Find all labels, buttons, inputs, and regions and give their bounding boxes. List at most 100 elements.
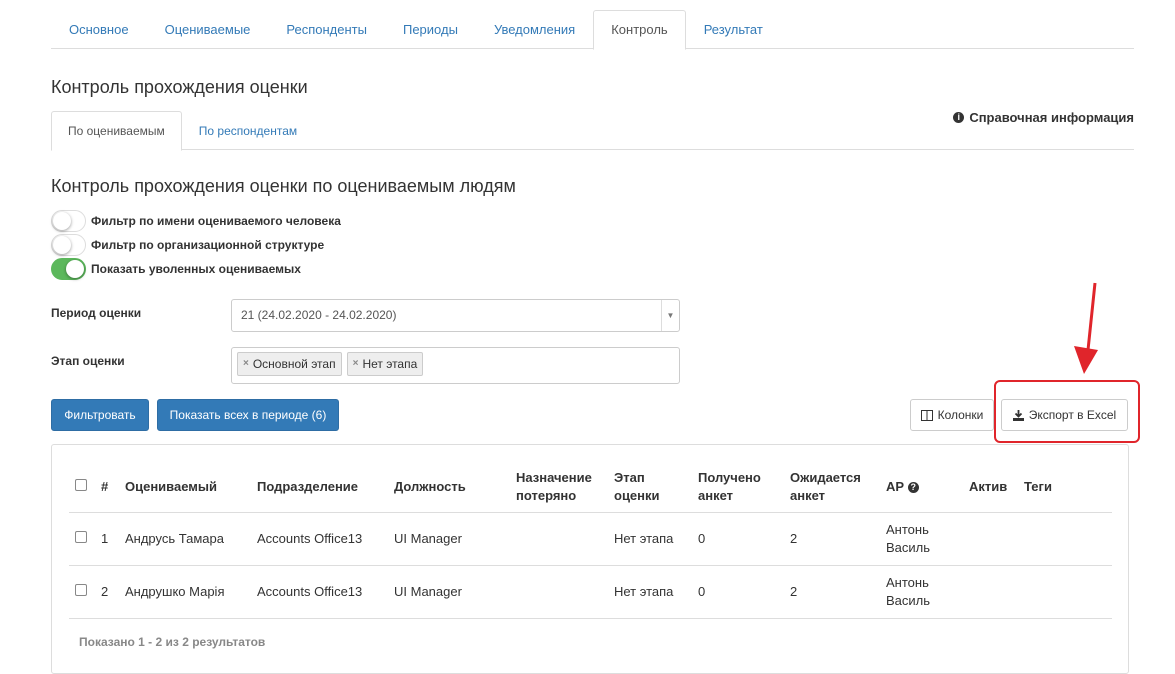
annotation-highlight — [994, 380, 1140, 443]
help-link[interactable]: i Справочная информация — [953, 110, 1134, 125]
col-received[interactable]: Получено анкет — [692, 462, 784, 513]
col-received-line2: анкет — [698, 487, 734, 503]
page-title: Контроль прохождения оценки — [51, 77, 308, 97]
cell-department: Accounts Office13 — [251, 565, 388, 619]
cell-expected: 2 — [784, 565, 880, 619]
cell-num: 1 — [95, 512, 119, 566]
toggle-row-org-filter: Фильтр по организационной структуре — [51, 233, 341, 257]
tab-by-respondents[interactable]: По респондентам — [182, 111, 314, 150]
col-lost-line1: Назначение — [516, 469, 592, 485]
cell-expected: 2 — [784, 512, 880, 566]
cell-num: 2 — [95, 565, 119, 619]
col-stage-line2: оценки — [614, 487, 660, 503]
col-expected-line2: анкет — [790, 487, 826, 503]
toggle-label: Фильтр по имени оцениваемого человека — [91, 214, 341, 228]
help-link-label: Справочная информация — [969, 110, 1134, 125]
info-icon: i — [953, 112, 965, 123]
cell-ap-line1: Антонь — [886, 521, 929, 537]
col-expected[interactable]: Ожидается анкет — [784, 462, 880, 513]
show-all-button-label: Показать всех в периоде (6) — [169, 408, 327, 422]
show-dismissed-toggle[interactable] — [51, 258, 86, 280]
col-stage-line1: Этап — [614, 469, 645, 485]
col-received-line1: Получено — [698, 469, 761, 485]
cell-stage: Нет этапа — [608, 512, 692, 566]
tab-results[interactable]: Результат — [686, 10, 781, 49]
stage-multiselect[interactable]: × Основной этап × Нет этапа — [231, 347, 680, 384]
filter-button[interactable]: Фильтровать — [51, 399, 149, 431]
toggle-row-name-filter: Фильтр по имени оцениваемого человека — [51, 209, 341, 233]
row-select-cell — [69, 565, 95, 619]
col-expected-line1: Ожидается — [790, 469, 861, 485]
remove-tag-icon[interactable]: × — [353, 353, 359, 375]
tab-main[interactable]: Основное — [51, 10, 147, 49]
col-lost[interactable]: Назначение потеряно — [510, 462, 608, 513]
columns-icon — [920, 409, 933, 421]
columns-button[interactable]: Колонки — [910, 399, 994, 431]
row-checkbox[interactable] — [75, 530, 87, 543]
toggle-label: Показать уволенных оцениваемых — [91, 262, 301, 276]
row-checkbox[interactable] — [75, 583, 87, 596]
results-table: # Оцениваемый Подразделение Должность На… — [69, 462, 1112, 619]
col-stage[interactable]: Этап оценки — [608, 462, 692, 513]
toggle-row-dismissed: Показать уволенных оцениваемых — [51, 257, 341, 281]
results-summary: Показано 1 - 2 из 2 результатов — [79, 635, 266, 649]
show-all-button[interactable]: Показать всех в периоде (6) — [157, 399, 339, 431]
col-ap[interactable]: АР ? — [880, 462, 963, 513]
stage-tag-label: Основной этап — [252, 357, 336, 371]
col-num[interactable]: # — [95, 462, 119, 513]
cell-active — [963, 565, 1018, 619]
cell-tags — [1018, 512, 1112, 566]
select-all-checkbox[interactable] — [75, 478, 87, 491]
cell-ap-line1: Антонь — [886, 574, 929, 590]
columns-button-label: Колонки — [937, 408, 984, 422]
table-row[interactable]: 2 Андрушко Марія Accounts Office13 UI Ma… — [69, 565, 1112, 619]
col-ap-label: АР — [886, 478, 905, 494]
org-filter-toggle[interactable] — [51, 234, 86, 256]
cell-tags — [1018, 565, 1112, 619]
cell-lost — [510, 565, 608, 619]
filter-toggles: Фильтр по имени оцениваемого человека Фи… — [51, 209, 341, 281]
tab-respondents[interactable]: Респонденты — [268, 10, 385, 49]
select-all-cell — [69, 462, 95, 513]
col-department[interactable]: Подразделение — [251, 462, 388, 513]
tab-evaluated[interactable]: Оцениваемые — [147, 10, 269, 49]
period-value: 21 (24.02.2020 - 24.02.2020) — [241, 308, 397, 322]
cell-received: 0 — [692, 565, 784, 619]
cell-lost — [510, 512, 608, 566]
cell-ap: Антонь Василь — [880, 512, 963, 566]
stage-tag: × Нет этапа — [346, 352, 424, 376]
name-filter-toggle[interactable] — [51, 210, 86, 232]
cell-ap-line2: Василь — [886, 592, 931, 608]
col-active[interactable]: Актив — [963, 462, 1018, 513]
tab-periods[interactable]: Периоды — [385, 10, 476, 49]
cell-position: UI Manager — [388, 512, 510, 566]
toggle-label: Фильтр по организационной структуре — [91, 238, 325, 252]
cell-department: Accounts Office13 — [251, 512, 388, 566]
cell-ap-line2: Василь — [886, 539, 931, 555]
col-lost-line2: потеряно — [516, 487, 577, 503]
stage-tag-label: Нет этапа — [362, 357, 418, 371]
chevron-down-icon: ▼ — [661, 300, 679, 331]
annotation-arrow-icon — [1074, 282, 1098, 374]
col-tags[interactable]: Теги — [1018, 462, 1112, 513]
table-header-row: # Оцениваемый Подразделение Должность На… — [69, 462, 1112, 513]
tab-by-evaluated[interactable]: По оцениваемым — [51, 111, 182, 151]
row-select-cell — [69, 512, 95, 566]
tab-notifications[interactable]: Уведомления — [476, 10, 593, 49]
cell-name: Андрусь Тамара — [119, 512, 251, 566]
section-title: Контроль прохождения оценки по оцениваем… — [51, 176, 516, 196]
question-icon[interactable]: ? — [907, 481, 919, 493]
col-evaluated[interactable]: Оцениваемый — [119, 462, 251, 513]
cell-received: 0 — [692, 512, 784, 566]
period-select[interactable]: 21 (24.02.2020 - 24.02.2020) ▼ — [231, 299, 680, 332]
remove-tag-icon[interactable]: × — [243, 353, 249, 375]
results-panel: # Оцениваемый Подразделение Должность На… — [51, 444, 1129, 674]
filter-button-label: Фильтровать — [64, 408, 136, 422]
cell-ap: Антонь Василь — [880, 565, 963, 619]
cell-active — [963, 512, 1018, 566]
col-position[interactable]: Должность — [388, 462, 510, 513]
period-label: Период оценки — [51, 306, 142, 320]
table-row[interactable]: 1 Андрусь Тамара Accounts Office13 UI Ma… — [69, 512, 1112, 566]
stage-tag: × Основной этап — [237, 352, 342, 376]
tab-control[interactable]: Контроль — [593, 10, 686, 50]
